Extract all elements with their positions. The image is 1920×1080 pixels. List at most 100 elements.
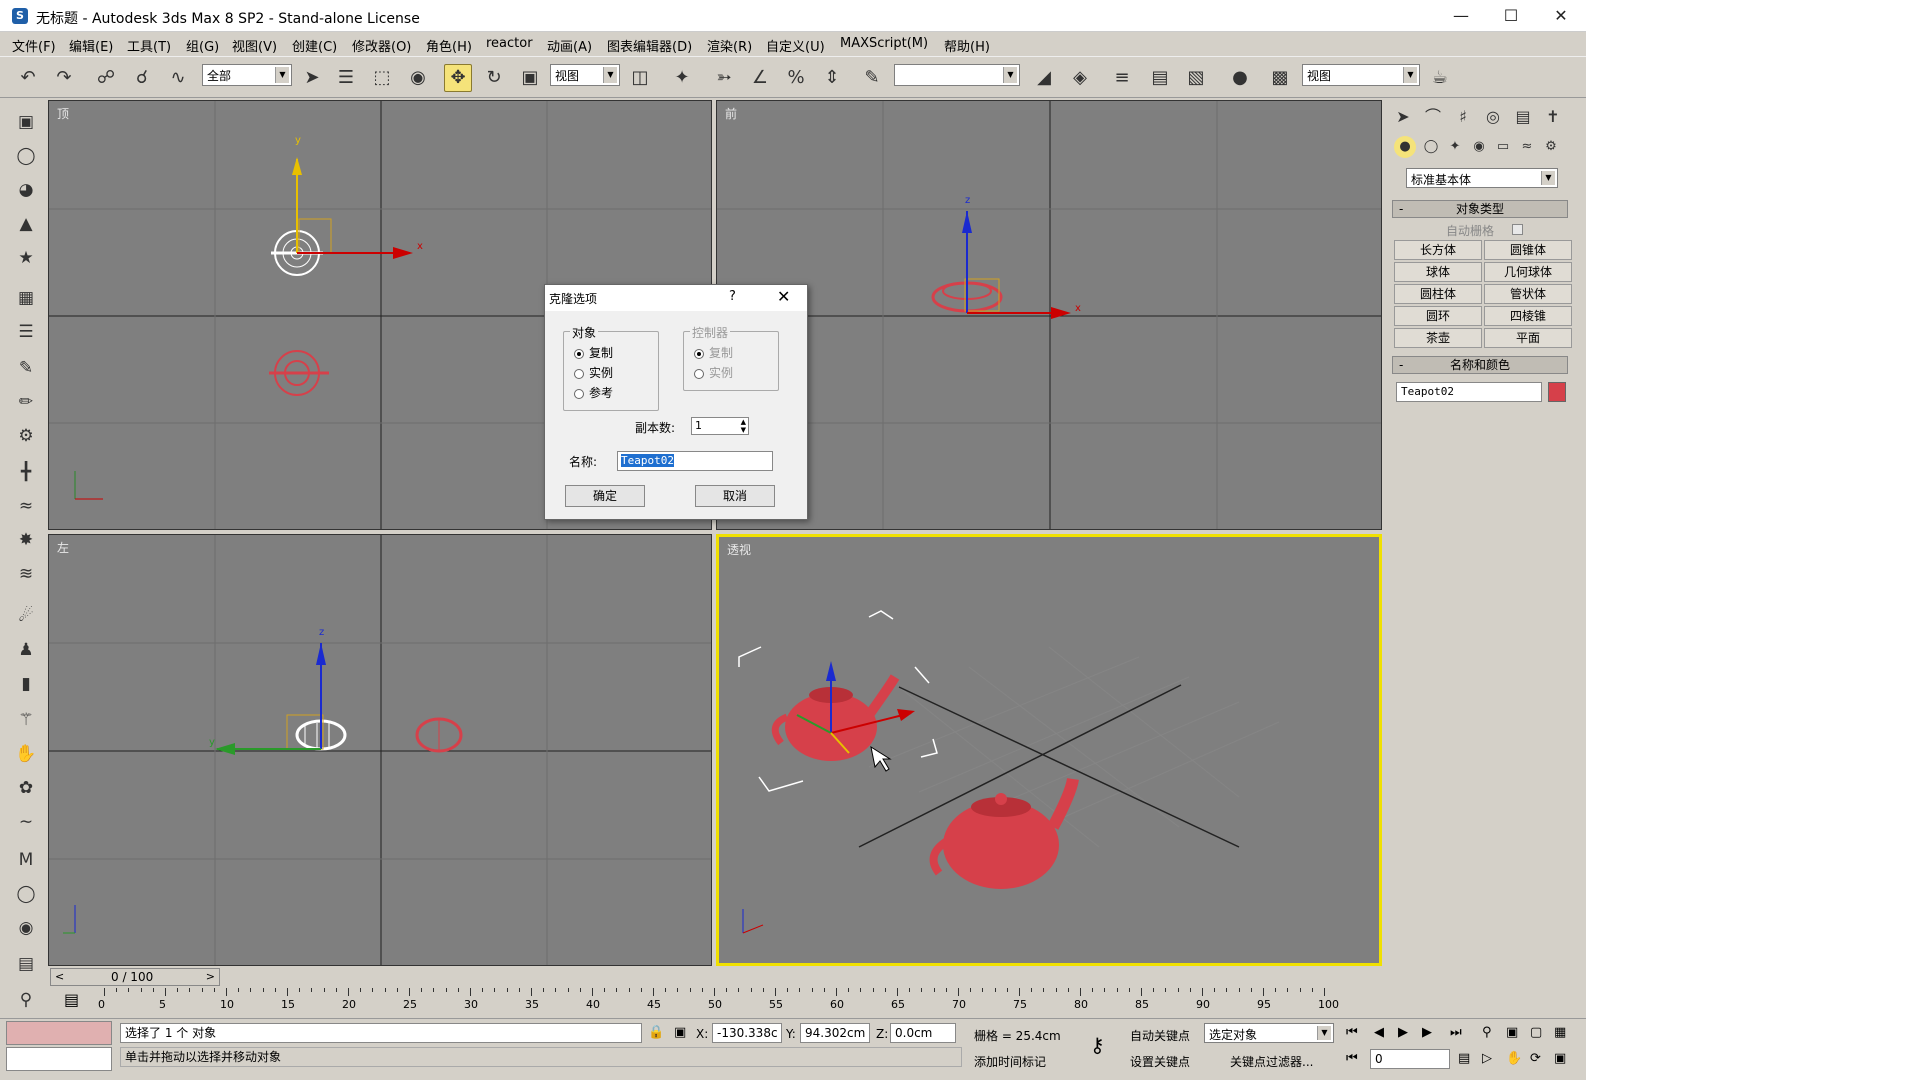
time-config-icon[interactable]: ▤	[1458, 1051, 1470, 1066]
ripple-icon[interactable]: ≋	[12, 560, 40, 588]
viewport-perspective[interactable]: 透视	[716, 534, 1382, 966]
time-slider[interactable]: < 0 / 100 >	[50, 968, 220, 986]
percent-snap-icon[interactable]: %	[782, 64, 810, 92]
unlink-icon[interactable]: ☌	[128, 64, 156, 92]
close-button[interactable]: ✕	[1536, 0, 1586, 32]
radio-reference[interactable]: 参考	[574, 384, 613, 401]
pivot-center-icon[interactable]: ◫	[626, 64, 654, 92]
gear-icon[interactable]: ⚙	[12, 422, 40, 450]
snap-toggle-icon[interactable]: ➳	[710, 64, 738, 92]
current-frame-field[interactable]: 0	[1370, 1049, 1450, 1069]
edit-named-selection-icon[interactable]: ✎	[858, 64, 886, 92]
selection-filter-dropdown[interactable]: 全部 ▼	[202, 64, 292, 86]
window-crossing-icon[interactable]: ◉	[404, 64, 432, 92]
figure-icon[interactable]: ♟	[12, 636, 40, 664]
timeline-ruler[interactable]: 0 5 10 15 20 25 30 35 40 45 50 55 60 65 70 75 80 85 90 95 10…	[98, 988, 1374, 1014]
rect-selection-icon[interactable]: ⬚	[368, 64, 396, 92]
cameras-icon[interactable]: ◉	[1468, 136, 1490, 158]
helpers-icon[interactable]: ▭	[1492, 136, 1514, 158]
sphere-button[interactable]: 球体	[1394, 262, 1482, 282]
menu-view[interactable]: 视图(V)	[232, 36, 277, 55]
shapes-icon[interactable]: ◯	[1420, 136, 1442, 158]
menu-modifiers[interactable]: 修改器(O)	[352, 36, 411, 55]
select-by-name-icon[interactable]: ☰	[332, 64, 360, 92]
help-button[interactable]: ?	[729, 289, 736, 304]
menu-animation[interactable]: 动画(A)	[547, 36, 592, 55]
copies-spinner[interactable]: 1 ▲ ▼	[691, 417, 749, 435]
prev-frame-icon[interactable]: ◀	[1374, 1025, 1384, 1040]
create-geometry-icon[interactable]: ▣	[12, 108, 40, 136]
sphere-icon[interactable]: ◕	[12, 176, 40, 204]
object-name-input[interactable]: Teapot02	[1396, 382, 1542, 402]
zoom-extents-icon[interactable]: ▢	[1530, 1025, 1542, 1040]
skin-icon[interactable]: ✋	[12, 740, 40, 768]
angle-snap-icon[interactable]: ∠	[746, 64, 774, 92]
cancel-button[interactable]: 取消	[695, 485, 775, 507]
display-tab-icon[interactable]: ▤	[1510, 104, 1536, 130]
menu-rendering[interactable]: 渲染(R)	[707, 36, 752, 55]
menu-group[interactable]: 组(G)	[186, 36, 219, 55]
mirror-icon[interactable]: ◢	[1030, 64, 1058, 92]
z-coord-field[interactable]: 0.0cm	[890, 1023, 956, 1043]
pyramid-button[interactable]: 四棱锥	[1484, 306, 1572, 326]
box-button[interactable]: 长方体	[1394, 240, 1482, 260]
helper-icon[interactable]: ★	[12, 244, 40, 272]
goto-end-icon[interactable]: ⏭	[1450, 1025, 1462, 1040]
zoom-icon[interactable]: ⚲	[1482, 1025, 1492, 1040]
light-icon[interactable]: ▲	[12, 210, 40, 238]
menu-help[interactable]: 帮助(H)	[944, 36, 990, 55]
maxscript-listener-pink[interactable]	[6, 1021, 112, 1045]
zoom-all-icon[interactable]: ▣	[1506, 1025, 1518, 1040]
menu-customize[interactable]: 自定义(U)	[766, 36, 825, 55]
object-color-swatch[interactable]	[1548, 382, 1566, 402]
rope-icon[interactable]: ∼	[12, 808, 40, 836]
cloth-icon[interactable]: ▮	[12, 670, 40, 698]
modifier-icon[interactable]: ▦	[12, 284, 40, 312]
play-icon[interactable]: ▶	[1398, 1025, 1408, 1040]
menu-edit[interactable]: 编辑(E)	[69, 36, 113, 55]
modify-tab-icon[interactable]: ⌒	[1420, 104, 1446, 130]
scale-icon[interactable]: ▣	[516, 64, 544, 92]
rotate-icon[interactable]: ↻	[480, 64, 508, 92]
slider-right-arrow-icon[interactable]: >	[206, 970, 215, 983]
cylinder-button[interactable]: 圆柱体	[1394, 284, 1482, 304]
pan-icon[interactable]: ✋	[1506, 1051, 1522, 1066]
named-selection-dropdown[interactable]: ▼	[894, 64, 1020, 86]
name-input[interactable]: Teapot02	[617, 451, 773, 471]
motion-tab-icon[interactable]: ◎	[1480, 104, 1506, 130]
autogrid-checkbox[interactable]	[1512, 224, 1523, 235]
particle-icon[interactable]: ✸	[12, 526, 40, 554]
category-dropdown[interactable]: 标准基本体 ▼	[1406, 168, 1558, 188]
plane-button[interactable]: 平面	[1484, 328, 1572, 348]
select-object-icon[interactable]: ➤	[298, 64, 326, 92]
render-scene-icon[interactable]: ▩	[1266, 64, 1294, 92]
move-icon[interactable]: ✥	[444, 64, 472, 92]
orbit-icon[interactable]: ☄	[12, 602, 40, 630]
undo-icon[interactable]: ↶	[14, 64, 42, 92]
add-time-tag[interactable]: 添加时间标记	[974, 1053, 1046, 1070]
hair-icon[interactable]: ⚚	[12, 706, 40, 734]
x-coord-field[interactable]: -130.338c	[712, 1023, 782, 1043]
wave-icon[interactable]: ≈	[12, 492, 40, 520]
redo-icon[interactable]: ↷	[50, 64, 78, 92]
lights-icon[interactable]: ✦	[1444, 136, 1466, 158]
spinner-arrows-icon[interactable]: ▲ ▼	[741, 418, 746, 434]
hierarchy-tab-icon[interactable]: ♯	[1450, 104, 1476, 130]
minimize-button[interactable]: —	[1436, 0, 1486, 32]
select-manipulate-icon[interactable]: ✦	[668, 64, 696, 92]
create-tab-icon[interactable]: ➤	[1390, 104, 1416, 130]
maxscript-listener-white[interactable]	[6, 1047, 112, 1071]
geosphere-button[interactable]: 几何球体	[1484, 262, 1572, 282]
maximize-button[interactable]: ☐	[1486, 0, 1536, 32]
menu-tools[interactable]: 工具(T)	[127, 36, 171, 55]
torus-button[interactable]: 圆环	[1394, 306, 1482, 326]
utilities-tab-icon[interactable]: ✝	[1540, 104, 1566, 130]
space-warps-icon[interactable]: ≈	[1516, 136, 1538, 158]
auto-key-button[interactable]: 自动关键点	[1130, 1027, 1190, 1044]
dialog-close-button[interactable]: ✕	[777, 287, 790, 306]
reference-coord-dropdown[interactable]: 视图 ▼	[550, 64, 620, 86]
object-type-rollout[interactable]: - 对象类型	[1392, 200, 1568, 218]
key-icon[interactable]: ⚷	[1090, 1033, 1105, 1057]
material-editor-icon[interactable]: ●	[1226, 64, 1254, 92]
layer-manager-icon[interactable]: ≡	[1108, 64, 1136, 92]
